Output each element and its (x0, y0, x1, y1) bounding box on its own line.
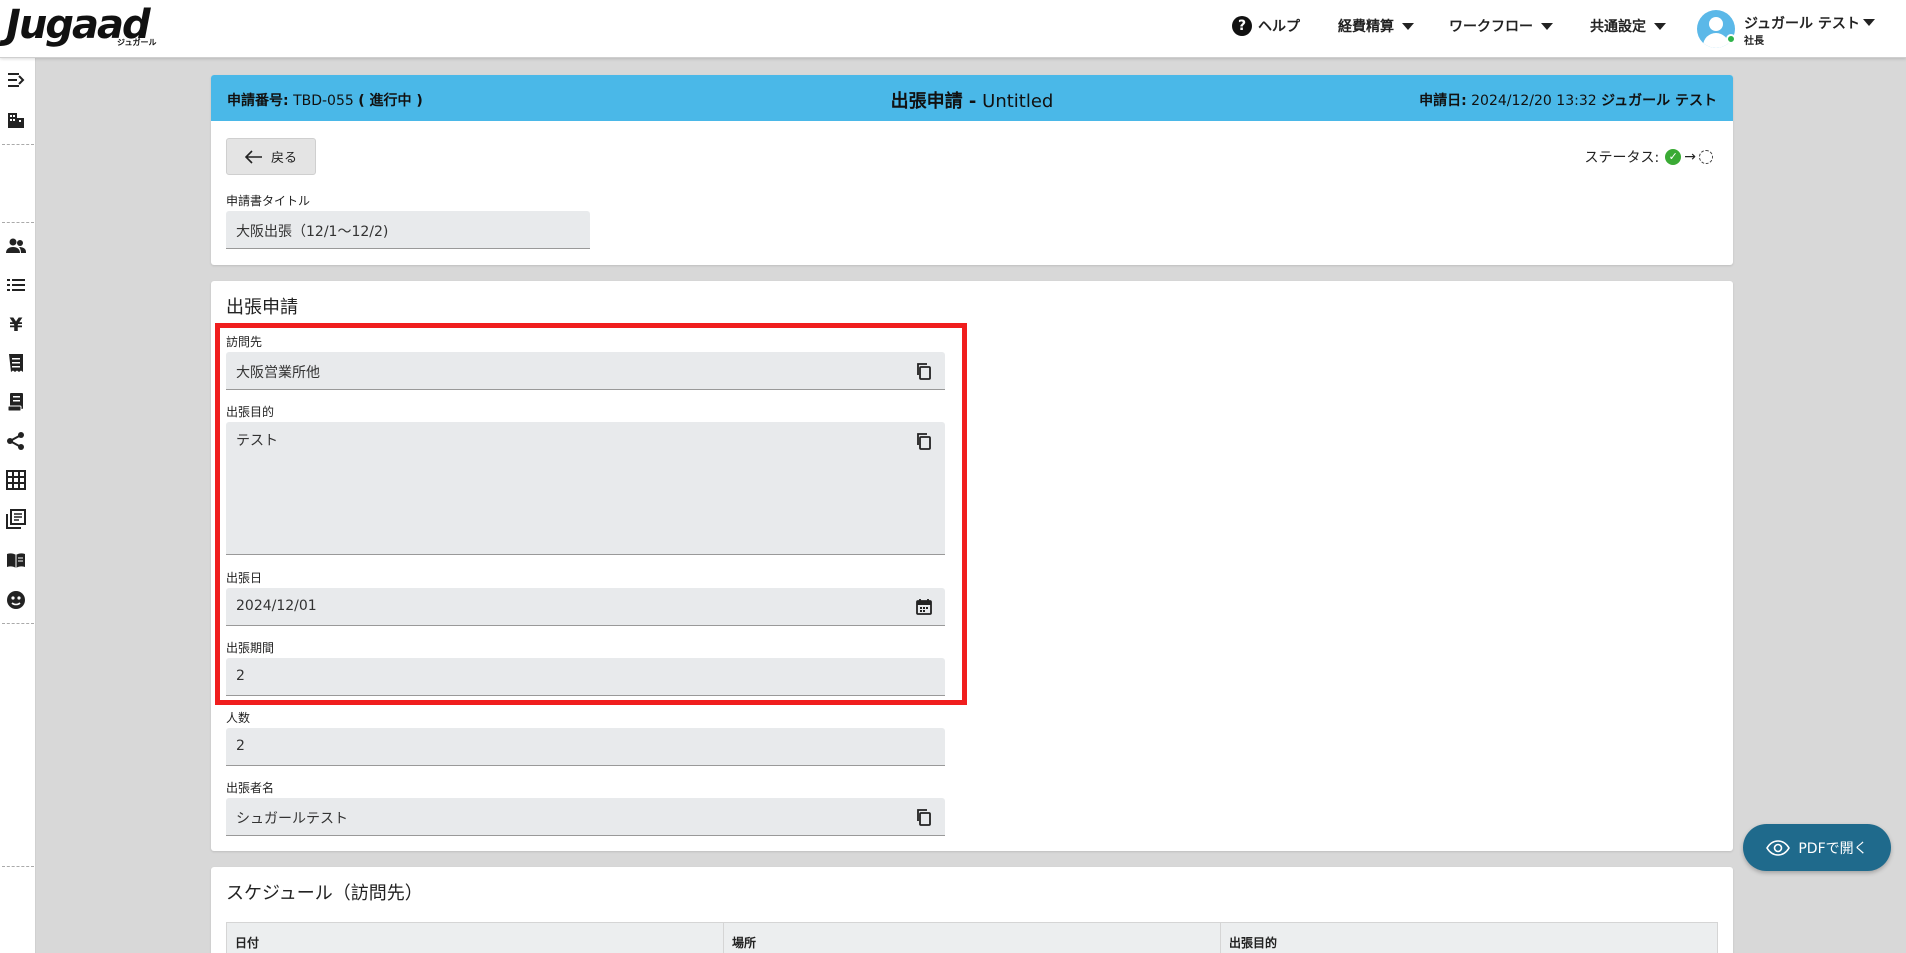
request-title-bar: 申請番号: TBD-055 ( 進行中 ) 出張申請 - Untitled 申請… (211, 75, 1733, 121)
trip-date-label: 出張日 (226, 571, 263, 585)
help-label: ヘルプ (1258, 19, 1300, 35)
doc-title-label: 申請書タイトル (226, 194, 311, 208)
sidebar: ¥ (0, 58, 36, 953)
invoice-icon[interactable] (6, 392, 26, 412)
check-circle-icon: ✓ (1665, 149, 1682, 165)
manual-book-icon[interactable] (6, 550, 26, 570)
workflow-label: ワークフロー (1449, 19, 1533, 35)
collapse-menu-icon[interactable] (6, 70, 26, 90)
expense-menu[interactable]: 経費精算 (1338, 0, 1414, 52)
help-menu[interactable]: ? ヘルプ (1232, 0, 1300, 52)
top-header: Jugaad ジュガール ? ヘルプ 経費精算 ワークフロー 共通設定 ジュガー… (0, 0, 1906, 58)
common-settings-menu[interactable]: 共通設定 (1590, 0, 1666, 52)
company-building-icon[interactable] (6, 110, 26, 130)
request-header-card: 申請番号: TBD-055 ( 進行中 ) 出張申請 - Untitled 申請… (211, 75, 1733, 265)
list-icon[interactable] (6, 275, 26, 295)
sidebar-divider (2, 222, 34, 223)
doc-title-field[interactable]: 大阪出張（12/1〜12/2) (226, 211, 590, 249)
arrow-left-icon (244, 149, 262, 164)
column-header-date[interactable]: 日付 (227, 923, 724, 953)
app-logo-subtitle: ジュガール (117, 38, 157, 47)
traveler-name-field[interactable]: シュガールテスト (226, 798, 945, 836)
copy-icon[interactable] (915, 808, 933, 826)
status-indicator: ステータス: ✓ → (1585, 147, 1713, 167)
library-books-icon[interactable] (6, 509, 26, 529)
schedule-section-title: スケジュール（訪問先） (226, 883, 423, 904)
arrow-right-icon: → (1684, 149, 1696, 165)
svg-text:¥: ¥ (9, 314, 22, 334)
copy-icon[interactable] (915, 432, 933, 450)
copy-icon[interactable] (915, 362, 933, 380)
yen-icon[interactable]: ¥ (6, 314, 26, 334)
share-icon[interactable] (6, 431, 26, 451)
status-label: ステータス: (1584, 150, 1660, 166)
user-name[interactable]: ジュガール テスト (1744, 13, 1860, 33)
trip-date-field[interactable]: 2024/12/01 (226, 588, 945, 626)
pending-circle-icon (1699, 150, 1713, 164)
column-header-place[interactable]: 場所 (724, 923, 1221, 953)
grid-table-icon[interactable] (6, 470, 26, 490)
purpose-label: 出張目的 (226, 405, 275, 419)
chevron-down-icon (1541, 22, 1553, 30)
receipt-icon[interactable] (6, 353, 26, 373)
online-status-dot (1726, 34, 1736, 44)
destination-field[interactable]: 大阪営業所他 (226, 352, 945, 390)
user-menu-chevron-icon[interactable] (1863, 19, 1875, 26)
back-button[interactable]: 戻る (226, 138, 316, 175)
schedule-table-header: 日付 場所 出張目的 (226, 922, 1718, 953)
request-date: 申請日: 2024/12/20 13:32 ジュガール テスト (1419, 93, 1717, 109)
calendar-icon[interactable] (915, 598, 933, 616)
trip-period-field[interactable]: 2 (226, 658, 945, 696)
sidebar-divider (2, 144, 34, 145)
trip-section-title: 出張申請 (226, 297, 298, 318)
user-role: 社長 (1744, 36, 1764, 47)
chevron-down-icon (1654, 22, 1666, 30)
sidebar-divider (2, 623, 34, 624)
eye-icon (1766, 839, 1791, 856)
expense-label: 経費精算 (1338, 19, 1394, 35)
traveler-name-label: 出張者名 (226, 781, 275, 795)
people-count-field[interactable]: 2 (226, 728, 945, 766)
support-face-icon[interactable] (6, 590, 26, 610)
open-pdf-button[interactable]: PDFで開く (1743, 824, 1891, 871)
destination-label: 訪問先 (226, 335, 263, 349)
purpose-textarea[interactable]: テスト (226, 422, 945, 555)
column-header-purpose[interactable]: 出張目的 (1221, 923, 1717, 953)
trip-details-card: 出張申請 訪問先 大阪営業所他 出張目的 テスト 出張日 2024/12/01 … (211, 281, 1733, 851)
users-icon[interactable] (6, 236, 26, 256)
people-count-label: 人数 (226, 711, 251, 725)
help-icon: ? (1232, 16, 1252, 36)
workflow-menu[interactable]: ワークフロー (1449, 0, 1553, 52)
schedule-card: スケジュール（訪問先） 日付 場所 出張目的 (211, 867, 1733, 953)
trip-period-label: 出張期間 (226, 641, 275, 655)
back-button-label: 戻る (270, 151, 297, 166)
sidebar-divider (2, 866, 34, 867)
chevron-down-icon (1402, 22, 1414, 30)
open-pdf-label: PDFで開く (1798, 840, 1868, 857)
common-settings-label: 共通設定 (1590, 19, 1646, 35)
